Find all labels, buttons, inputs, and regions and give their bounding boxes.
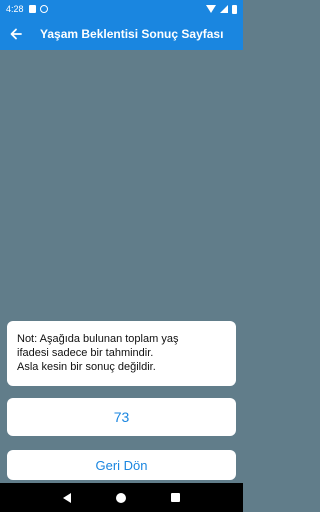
- note-card: Not: Aşağıda bulunan toplam yaş ifadesi …: [7, 321, 236, 386]
- main-content: Not: Aşağıda bulunan toplam yaş ifadesi …: [0, 50, 243, 483]
- status-right-icons: [206, 4, 237, 14]
- go-back-button[interactable]: Geri Dön: [7, 450, 236, 480]
- status-time: 4:28: [6, 4, 24, 14]
- nav-home-icon[interactable]: [115, 492, 126, 503]
- page-title: Yaşam Beklentisi Sonuç Sayfası: [40, 27, 224, 41]
- app-bar: Yaşam Beklentisi Sonuç Sayfası: [0, 18, 243, 50]
- status-bar: 4:28: [0, 0, 243, 18]
- sd-card-icon: [28, 5, 36, 13]
- sync-icon: [39, 5, 48, 13]
- back-button[interactable]: [0, 18, 32, 50]
- result-value: 73: [7, 398, 236, 436]
- system-nav-bar: [0, 483, 243, 512]
- nav-back-icon[interactable]: [62, 492, 71, 503]
- wifi-icon: [206, 5, 216, 13]
- battery-icon: [232, 4, 237, 14]
- signal-icon: [220, 5, 228, 13]
- arrow-left-icon: [10, 28, 22, 40]
- nav-recents-icon[interactable]: [171, 493, 181, 502]
